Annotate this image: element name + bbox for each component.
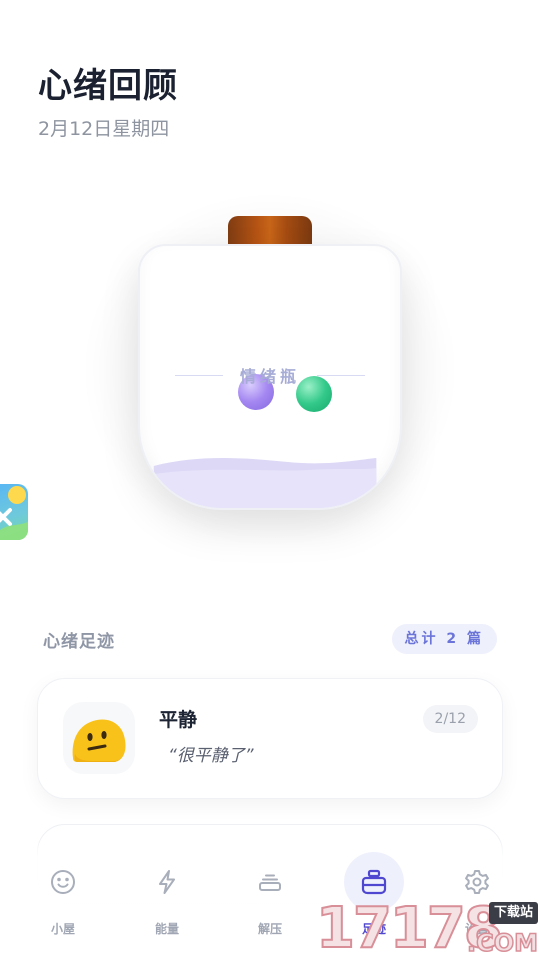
watermark-domain: .COM: [466, 929, 539, 957]
stack-icon: [240, 852, 300, 912]
tab-relax[interactable]: 解压: [225, 852, 315, 942]
site-watermark: 17178 下载站 .COM: [314, 897, 540, 960]
page-title: 心绪回顾: [38, 66, 178, 106]
tab-energy[interactable]: 能量: [122, 852, 212, 942]
tab-label: 解压: [257, 922, 282, 936]
caption-left-line: [174, 374, 223, 376]
tab-home[interactable]: 小屋: [18, 852, 108, 942]
footprints-header: 心绪足迹 总计 2 篇: [43, 624, 497, 654]
jar-caption: 情绪瓶: [0, 363, 540, 387]
mood-name: 平静: [159, 709, 198, 731]
mood-quote: “很平静了”: [168, 746, 254, 766]
tab-label: 小屋: [50, 922, 75, 936]
date-subtitle: 2月12日星期四: [38, 118, 170, 140]
entry-count-badge: 总计 2 篇: [391, 624, 497, 654]
watermark-tag: 下载站: [488, 902, 538, 924]
mood-entry-card[interactable]: 平静 “很平静了” 2/12: [37, 678, 503, 799]
emoji-tile: [63, 702, 135, 774]
page-header: 心绪回顾 2月12日星期四: [38, 64, 178, 142]
tab-label: 能量: [154, 922, 179, 936]
entry-pager: 2/12: [422, 705, 478, 733]
neutral-face-icon: [72, 719, 126, 762]
floating-image-icon[interactable]: [0, 484, 28, 540]
smile-icon: [33, 852, 93, 912]
jar-liquid: [153, 458, 377, 508]
lightning-icon: [137, 852, 197, 912]
jar-caption-text: 情绪瓶: [239, 367, 300, 386]
section-title: 心绪足迹: [43, 632, 115, 652]
caption-right-line: [317, 374, 366, 376]
